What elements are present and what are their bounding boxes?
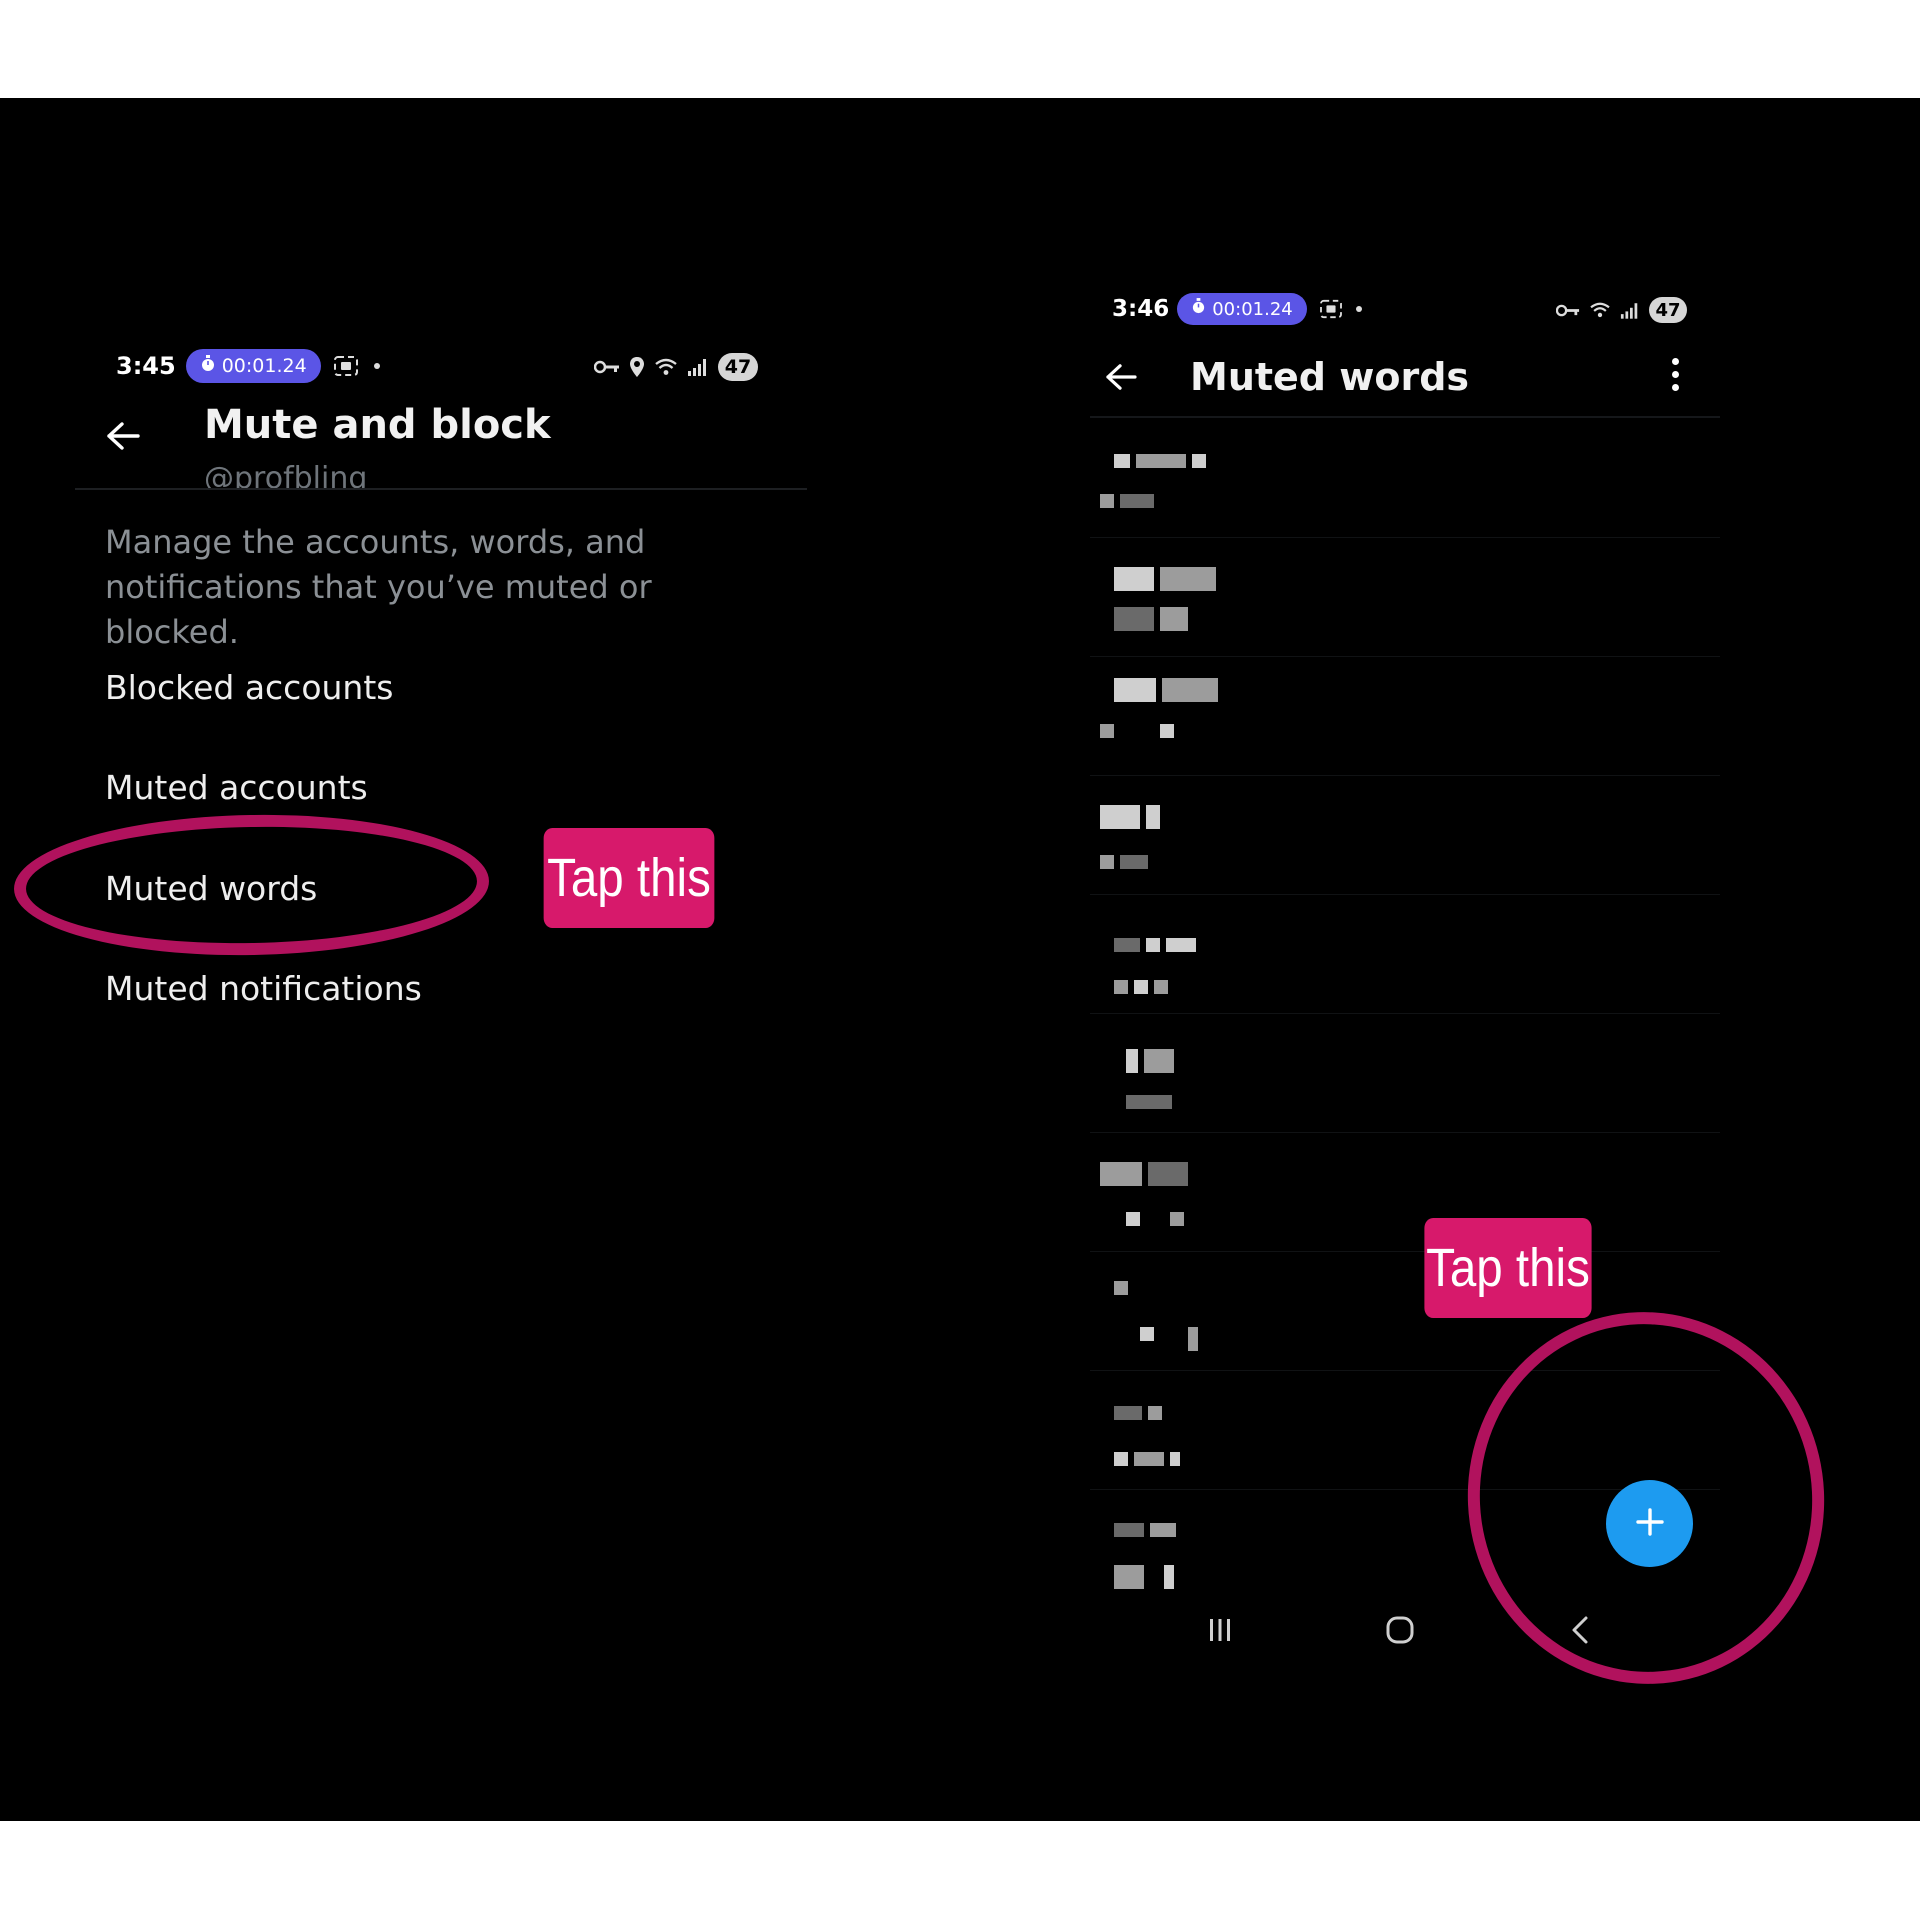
header-divider <box>75 488 807 490</box>
menu-item-muted-accounts[interactable]: Muted accounts <box>105 768 368 807</box>
left-status-bar: 3:45 00:01.24 <box>116 348 381 384</box>
signal-icon <box>687 358 709 376</box>
right-status-bar: 3:46 00:01.24 <box>1112 292 1363 326</box>
screen-record-icon <box>1319 299 1343 319</box>
location-icon <box>629 356 645 378</box>
status-time: 3:45 <box>116 352 176 380</box>
muted-word-row[interactable] <box>1090 775 1720 895</box>
muted-word-row[interactable] <box>1090 894 1720 1014</box>
more-vertical-icon[interactable] <box>1672 358 1680 391</box>
vpn-key-icon <box>594 359 620 375</box>
page-title: Mute and block <box>204 402 551 448</box>
wifi-icon <box>1589 301 1611 319</box>
recording-timer-pill[interactable]: 00:01.24 <box>185 349 321 383</box>
wifi-icon <box>654 357 678 377</box>
callout-tap-this-left: Tap this <box>543 828 715 928</box>
dot-icon <box>373 362 381 370</box>
page-description: Manage the accounts, words, and notifica… <box>105 523 652 651</box>
dot-icon <box>1355 305 1363 313</box>
recording-timer-pill[interactable]: 00:01.24 <box>1177 293 1307 325</box>
signal-icon <box>1620 302 1640 319</box>
home-icon[interactable] <box>1370 1610 1430 1650</box>
battery-indicator: 47 <box>1649 297 1687 323</box>
muted-word-row[interactable] <box>1090 656 1720 776</box>
screen-record-icon <box>333 355 359 377</box>
muted-word-row[interactable] <box>1090 537 1720 657</box>
menu-item-blocked-accounts[interactable]: Blocked accounts <box>105 668 393 707</box>
vpn-key-icon <box>1556 303 1580 318</box>
muted-word-row[interactable] <box>1090 418 1720 538</box>
account-handle: @profbling <box>204 461 368 488</box>
back-arrow-icon[interactable] <box>106 418 140 458</box>
page-title: Muted words <box>1190 355 1470 399</box>
muted-word-row[interactable] <box>1090 1013 1720 1133</box>
battery-indicator: 47 <box>718 353 758 381</box>
left-status-icons: 47 <box>594 350 758 384</box>
back-arrow-icon[interactable] <box>1105 358 1137 398</box>
timer-text: 00:01.24 <box>221 355 307 377</box>
callout-tap-this-right: Tap this <box>1424 1218 1592 1318</box>
muted-word-row[interactable] <box>1090 1132 1720 1252</box>
status-time: 3:46 <box>1112 296 1170 322</box>
menu-item-muted-notifications[interactable]: Muted notifications <box>105 969 422 1008</box>
timer-text: 00:01.24 <box>1212 298 1293 320</box>
stopwatch-icon <box>200 354 216 378</box>
stopwatch-icon <box>1191 298 1206 320</box>
recent-apps-icon[interactable] <box>1190 1610 1250 1650</box>
right-status-icons: 47 <box>1556 294 1687 326</box>
